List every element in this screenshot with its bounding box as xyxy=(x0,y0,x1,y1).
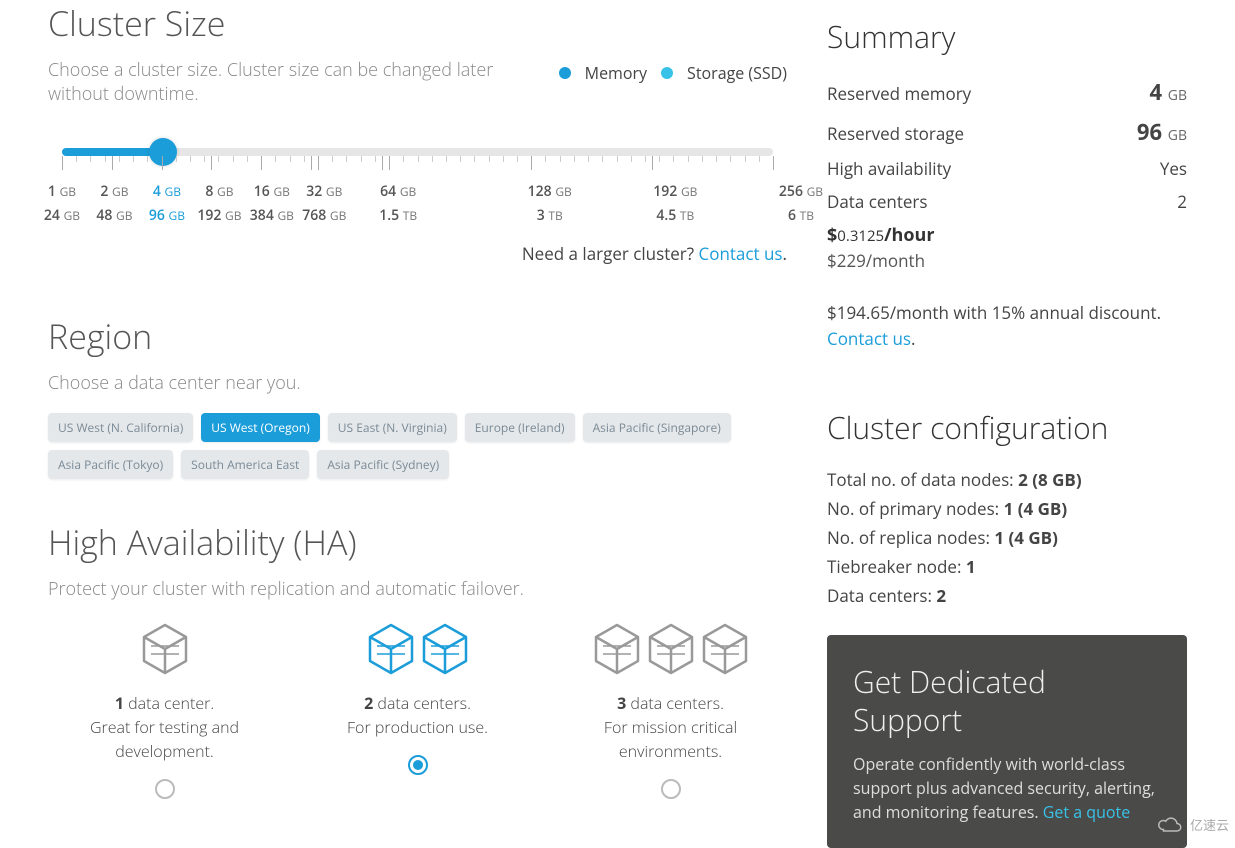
ha-option-text: 1 data center.Great for testing and deve… xyxy=(48,691,281,763)
cluster-size-slider[interactable]: 1 GB 2 GB 4 GB 8 GB 16 GB 32 GB 64 GB 128 GB 192… xyxy=(48,148,787,226)
region-pill[interactable]: US East (N. Virginia) xyxy=(328,413,457,442)
support-body: Operate confidently with world-class sup… xyxy=(853,752,1161,824)
scale-item: 4.5 TB xyxy=(656,206,694,225)
scale-item: 8 GB xyxy=(205,182,233,201)
cfg-tiebreaker: Tiebreaker node: 1 xyxy=(827,555,1187,578)
datacenter-icon xyxy=(48,619,281,679)
scale-item: 64 GB xyxy=(380,182,416,201)
legend-storage-dot xyxy=(661,67,673,79)
summary-ha: High availability Yes xyxy=(827,157,1187,180)
cloud-icon xyxy=(1156,816,1186,834)
ha-radio[interactable] xyxy=(661,779,681,799)
legend: Memory Storage (SSD) xyxy=(559,58,787,84)
get-quote-link[interactable]: Get a quote xyxy=(1043,801,1130,823)
cfg-data-centers: Data centers: 2 xyxy=(827,584,1187,607)
discount-text: $194.65/month with 15% annual discount. … xyxy=(827,300,1187,351)
scale-item: 6 TB xyxy=(788,206,814,225)
ha-option-text: 3 data centers.For mission critical envi… xyxy=(554,691,787,763)
region-pill[interactable]: Asia Pacific (Singapore) xyxy=(583,413,731,442)
support-box: Get Dedicated Support Operate confidentl… xyxy=(827,635,1187,848)
price-hourly: $0.3125/hour xyxy=(827,223,1187,247)
scale-item: 384 GB xyxy=(250,206,294,225)
region-pill[interactable]: Asia Pacific (Tokyo) xyxy=(48,450,173,479)
cfg-primary-nodes: No. of primary nodes: 1 (4 GB) xyxy=(827,497,1187,520)
scale-item: 4 GB xyxy=(153,182,181,201)
ha-option[interactable]: 1 data center.Great for testing and deve… xyxy=(48,619,281,799)
ha-radio[interactable] xyxy=(408,755,428,775)
datacenter-icon xyxy=(301,619,534,679)
storage-scale: 24 GB48 GB96 GB192 GB384 GB768 GB1.5 TB3… xyxy=(48,206,787,226)
watermark: 亿速云 xyxy=(1156,815,1229,834)
legend-memory-dot xyxy=(559,67,571,79)
summary-title: Summary xyxy=(827,16,1187,57)
scale-item: 192 GB xyxy=(653,182,697,201)
need-larger-text: Need a larger cluster? Contact us. xyxy=(48,242,787,265)
scale-item: 3 TB xyxy=(537,206,563,225)
scale-item: 24 GB xyxy=(44,206,80,225)
ha-title: High Availability (HA) xyxy=(48,519,787,565)
discount-contact-link[interactable]: Contact us xyxy=(827,327,911,350)
region-options: US West (N. California) US West (Oregon) U… xyxy=(48,413,787,479)
region-pill[interactable]: Europe (Ireland) xyxy=(465,413,575,442)
datacenter-icon xyxy=(554,619,787,679)
scale-item: 768 GB xyxy=(302,206,346,225)
scale-item: 1.5 TB xyxy=(379,206,417,225)
memory-scale: 1 GB 2 GB 4 GB 8 GB 16 GB 32 GB 64 GB 128 GB 192… xyxy=(48,182,787,202)
region-subtitle: Choose a data center near you. xyxy=(48,371,787,395)
region-pill[interactable]: Asia Pacific (Sydney) xyxy=(317,450,449,479)
ha-subtitle: Protect your cluster with replication an… xyxy=(48,577,787,601)
contact-us-link[interactable]: Contact us xyxy=(699,242,783,265)
scale-item: 256 GB xyxy=(779,182,823,201)
scale-item: 128 GB xyxy=(528,182,572,201)
region-pill[interactable]: US West (N. California) xyxy=(48,413,193,442)
scale-item: 32 GB xyxy=(306,182,342,201)
region-pill[interactable]: US West (Oregon) xyxy=(201,413,320,442)
cluster-size-subtitle: Choose a cluster size. Cluster size can … xyxy=(48,58,538,106)
summary-memory: Reserved memory 4 GB xyxy=(827,77,1187,107)
ha-option[interactable]: 2 data centers.For production use. xyxy=(301,619,534,799)
ha-option[interactable]: 3 data centers.For mission critical envi… xyxy=(554,619,787,799)
legend-storage-label: Storage (SSD) xyxy=(687,62,787,84)
summary-dc: Data centers 2 xyxy=(827,190,1187,213)
price-monthly: $229/month xyxy=(827,249,1187,272)
scale-item: 48 GB xyxy=(96,206,132,225)
cluster-size-title: Cluster Size xyxy=(48,0,787,46)
scale-item: 96 GB xyxy=(149,206,185,225)
region-pill[interactable]: South America East xyxy=(181,450,309,479)
ha-options: 1 data center.Great for testing and deve… xyxy=(48,619,787,799)
region-title: Region xyxy=(48,313,787,359)
config-title: Cluster configuration xyxy=(827,407,1187,448)
scale-item: 16 GB xyxy=(254,182,290,201)
legend-memory-label: Memory xyxy=(585,62,647,84)
cfg-replica-nodes: No. of replica nodes: 1 (4 GB) xyxy=(827,526,1187,549)
scale-item: 2 GB xyxy=(100,182,128,201)
scale-item: 192 GB xyxy=(197,206,241,225)
ha-radio[interactable] xyxy=(155,779,175,799)
support-title: Get Dedicated Support xyxy=(853,663,1161,738)
cfg-data-nodes: Total no. of data nodes: 2 (8 GB) xyxy=(827,468,1187,491)
ha-option-text: 2 data centers.For production use. xyxy=(301,691,534,739)
summary-storage: Reserved storage 96 GB xyxy=(827,117,1187,147)
scale-item: 1 GB xyxy=(48,182,76,201)
